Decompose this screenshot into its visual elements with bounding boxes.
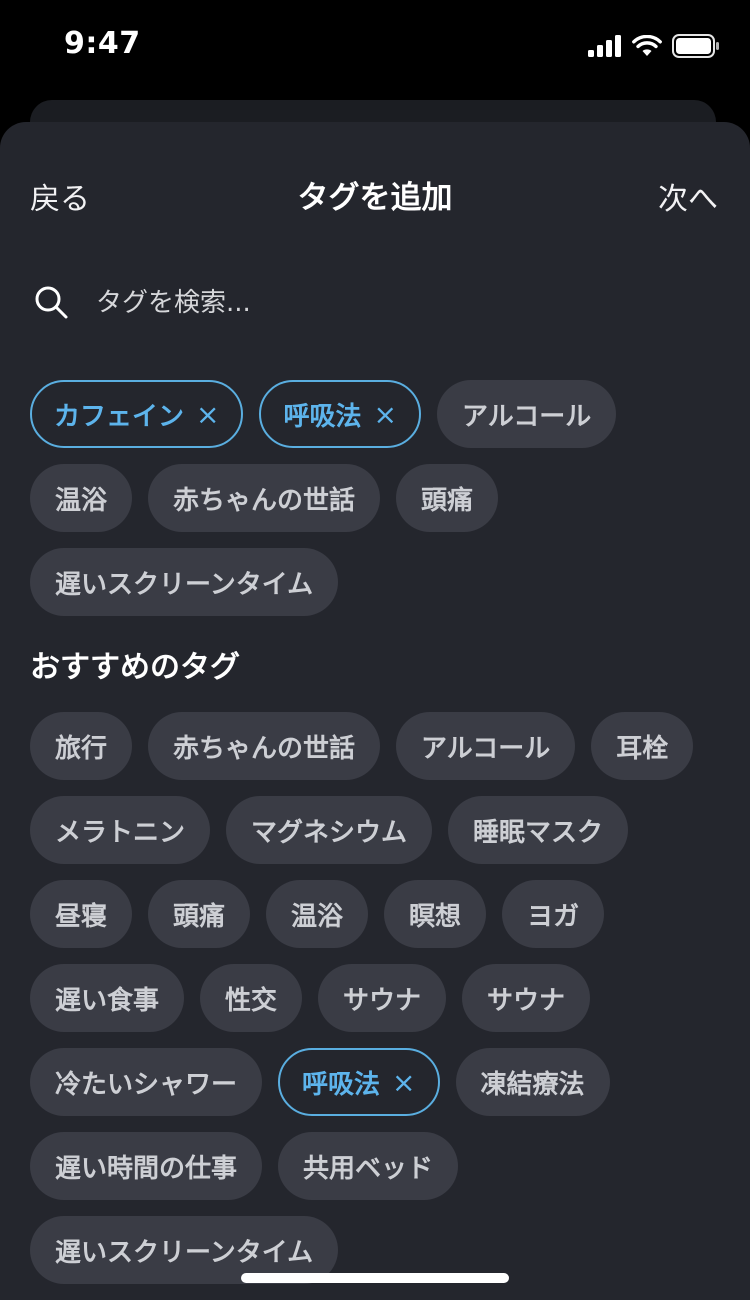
tag-chip[interactable]: 呼吸法 × [259, 380, 421, 448]
cellular-signal-icon [588, 35, 621, 57]
add-tags-sheet: 戻る タグを追加 次へ カフェイン×呼吸法×アルコール温浴赤ちゃんの世話頭痛遅い… [0, 122, 750, 1300]
tag-label: メラトニン [55, 817, 186, 848]
tag-chip[interactable]: 昼寝 [30, 880, 133, 948]
tag-chip[interactable]: カフェイン × [30, 380, 244, 448]
tag-label: サウナ [343, 985, 422, 1016]
tag-label: 昼寝 [55, 901, 108, 932]
tag-label: 性交 [225, 985, 278, 1016]
wifi-icon [632, 35, 662, 56]
page-title: タグを追加 [297, 180, 453, 216]
tag-label: マグネシウム [251, 817, 408, 848]
search-bar[interactable] [30, 274, 720, 332]
remove-tag-icon[interactable]: × [196, 398, 219, 431]
tag-label: 温浴 [291, 901, 344, 932]
tag-label: 遅いスクリーンタイム [55, 569, 314, 600]
search-icon [35, 286, 68, 319]
tag-label: 遅い食事 [55, 985, 160, 1016]
status-icons [588, 34, 720, 58]
tag-chip[interactable]: メラトニン [30, 796, 211, 864]
tag-chip[interactable]: 温浴 [30, 464, 133, 532]
tag-label: 遅いスクリーンタイム [55, 1237, 314, 1268]
tag-label: 呼吸法 [302, 1069, 381, 1100]
selected-tags: カフェイン × 呼吸法 × アルコール温浴 赤ちゃんの世話 頭痛遅いスクリーンタイム [30, 380, 730, 616]
tag-chip[interactable]: サウナ [462, 964, 591, 1032]
tag-label: 頭痛 [173, 901, 226, 932]
tag-label: 冷たいシャワー [55, 1069, 238, 1100]
tag-label: 温浴 [55, 485, 108, 516]
tag-chip[interactable]: 遅いスクリーンタイム [30, 548, 339, 616]
status-time: 9:47 [64, 26, 141, 61]
tag-chip[interactable]: 性交 [200, 964, 303, 1032]
tag-chip[interactable]: 遅い時間の仕事 [30, 1132, 263, 1200]
tag-chip[interactable]: 呼吸法 × [278, 1048, 440, 1116]
remove-tag-icon[interactable]: × [374, 398, 397, 431]
tag-label: 呼吸法 [283, 401, 362, 432]
tag-chip[interactable]: 睡眠マスク [448, 796, 629, 864]
tag-chip[interactable]: 共用ベッド [278, 1132, 459, 1200]
tag-label: アルコール [421, 733, 551, 764]
tag-label: 旅行 [55, 733, 108, 764]
tag-label: 耳栓 [616, 733, 669, 764]
search-input[interactable] [96, 288, 720, 318]
tag-chip[interactable]: 赤ちゃんの世話 [148, 464, 381, 532]
tag-label: サウナ [487, 985, 566, 1016]
tag-label: 頭痛 [421, 485, 474, 516]
tag-chip[interactable]: 赤ちゃんの世話 [148, 712, 381, 780]
tag-label: ヨガ [527, 901, 580, 932]
tag-label: アルコール [461, 401, 592, 432]
tag-chip[interactable]: 凍結療法 [455, 1048, 610, 1116]
tag-chip[interactable]: サウナ [318, 964, 447, 1032]
suggested-tags-title: おすすめのタグ [30, 650, 240, 685]
tag-chip[interactable]: 耳栓 [591, 712, 694, 780]
tag-chip[interactable]: マグネシウム [226, 796, 433, 864]
suggested-tags: 旅行 赤ちゃんの世話 アルコール 耳栓メラトニン マグネシウム 睡眠マスク昼寝 頭痛 温浴 瞑想… [30, 712, 730, 1284]
status-bar: 9:47 [0, 0, 750, 90]
tag-label: カフェイン [54, 401, 185, 432]
nav-bar: 戻る タグを追加 次へ [0, 122, 750, 262]
tag-chip[interactable]: 旅行 [30, 712, 133, 780]
home-indicator [241, 1273, 509, 1283]
tag-label: 睡眠マスク [473, 817, 604, 848]
tag-label: 赤ちゃんの世話 [173, 485, 356, 516]
tag-chip[interactable]: 瞑想 [384, 880, 487, 948]
tag-chip[interactable]: アルコール [396, 712, 576, 780]
back-button[interactable]: 戻る [30, 174, 90, 218]
tag-chip[interactable]: 頭痛 [148, 880, 251, 948]
tag-chip[interactable]: 冷たいシャワー [30, 1048, 263, 1116]
tag-chip[interactable]: 遅い食事 [30, 964, 185, 1032]
tag-chip[interactable]: アルコール [436, 380, 617, 448]
remove-tag-icon[interactable]: × [392, 1066, 415, 1099]
battery-icon [672, 34, 719, 58]
tag-chip[interactable]: ヨガ [502, 880, 605, 948]
tag-label: 共用ベッド [303, 1153, 434, 1184]
tag-label: 遅い時間の仕事 [55, 1153, 238, 1184]
tag-label: 赤ちゃんの世話 [173, 733, 356, 764]
tag-chip[interactable]: 温浴 [266, 880, 369, 948]
next-button[interactable]: 次へ [658, 174, 718, 218]
tag-label: 瞑想 [409, 901, 462, 932]
tag-chip[interactable]: 頭痛 [396, 464, 499, 532]
tag-label: 凍結療法 [480, 1069, 585, 1100]
